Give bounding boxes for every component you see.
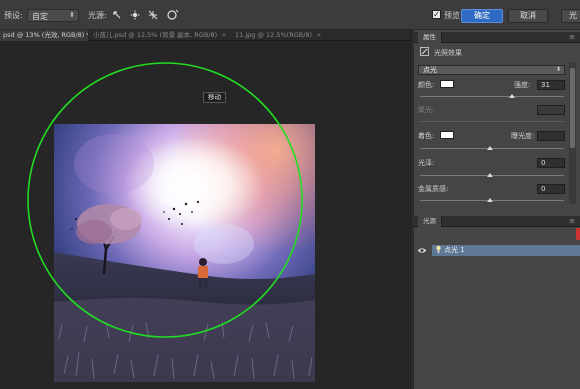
preset-dropdown[interactable]: 自定 ⬍: [27, 9, 79, 22]
light-label: 光源:: [88, 11, 107, 20]
tab-label: psd @ 13% (光效, RGB/8) *: [3, 31, 88, 39]
light-gizmo[interactable]: [0, 41, 410, 389]
gloss-label: 光泽:: [418, 159, 435, 167]
gloss-slider-thumb[interactable]: [487, 173, 493, 177]
document-tabs: psd @ 13% (光效, RGB/8) * 小孩儿.psd @ 12.5% …: [0, 30, 410, 41]
exposure-slider-thumb[interactable]: [487, 146, 493, 150]
light-item-label: 点光 1: [444, 246, 465, 254]
spot-light-icon[interactable]: [110, 8, 124, 22]
hotspot-label: 聚光:: [418, 106, 435, 114]
point-light-item-icon: [435, 245, 442, 257]
options-bar: 预设: 自定 ⬍ 光源: ✓ 预览 确定 取消 光: [0, 0, 580, 30]
panel-menu-icon[interactable]: ≡: [569, 32, 575, 42]
intensity-slider[interactable]: [420, 96, 564, 97]
preset-label: 预设:: [4, 11, 23, 20]
hotspot-field: [537, 105, 565, 115]
colorize-swatch[interactable]: [440, 131, 454, 139]
reset-light-icon[interactable]: [166, 8, 180, 22]
color-label: 颜色:: [418, 81, 435, 89]
properties-header: 属性 ≡: [414, 32, 580, 43]
lights-tab[interactable]: 光源: [418, 216, 442, 227]
intensity-field[interactable]: 31: [537, 80, 565, 90]
panel-title: 光照效果: [434, 49, 462, 57]
light-color-swatch[interactable]: [440, 80, 454, 88]
close-icon[interactable]: ×: [221, 31, 226, 39]
cancel-button[interactable]: 取消: [508, 9, 548, 23]
tab-active-document[interactable]: psd @ 13% (光效, RGB/8) *: [0, 30, 88, 41]
properties-scrollbar[interactable]: [569, 62, 576, 204]
preset-value: 自定: [32, 12, 48, 21]
properties-tab[interactable]: 属性: [418, 32, 442, 43]
tab-label: 11.jpg @ 12.5%(RGB/8): [235, 31, 313, 39]
exposure-field[interactable]: [537, 131, 565, 141]
canvas-workspace[interactable]: 移动: [0, 41, 410, 389]
infinite-light-icon[interactable]: [146, 8, 160, 22]
ok-button[interactable]: 确定: [461, 9, 503, 23]
colorize-label: 着色:: [418, 132, 435, 140]
chevron-down-icon: ⬍: [555, 66, 561, 73]
preview-checkbox[interactable]: ✓: [432, 10, 441, 19]
lighting-effects-icon: [420, 47, 429, 58]
light-list-item[interactable]: 点光 1: [432, 245, 580, 256]
light-type-dropdown[interactable]: 点光 ⬍: [418, 65, 565, 75]
panel-collapse-tab[interactable]: [576, 228, 580, 240]
eye-icon[interactable]: [416, 245, 428, 256]
lights-header: 光源 ≡: [414, 216, 580, 227]
light-type-value: 点光: [423, 66, 437, 74]
tab-jpg-document[interactable]: 11.jpg @ 12.5%(RGB/8) ×: [232, 30, 322, 41]
intensity-slider-thumb[interactable]: [509, 94, 515, 98]
metallic-slider-thumb[interactable]: [487, 198, 493, 202]
hotspot-slider: [420, 121, 564, 122]
exposure-label: 曝光度:: [511, 132, 535, 140]
metallic-field[interactable]: 0: [537, 184, 565, 194]
metallic-label: 金属质感:: [418, 185, 449, 193]
tab-label: 小孩儿.psd @ 12.5% (背景 副本, RGB/8): [93, 31, 218, 39]
properties-panel: 属性 ≡ 光照效果 点光 ⬍ 颜色: 强度: 31 聚光: 着色: 曝光度: 光…: [414, 30, 580, 389]
preview-label: 预览: [444, 11, 460, 20]
extra-button[interactable]: 光: [561, 9, 580, 23]
gloss-field[interactable]: 0: [537, 158, 565, 168]
intensity-label: 强度:: [514, 81, 531, 89]
panel-menu-icon[interactable]: ≡: [569, 216, 575, 226]
tab-child-document[interactable]: 小孩儿.psd @ 12.5% (背景 副本, RGB/8) ×: [90, 30, 230, 41]
close-icon[interactable]: ×: [316, 31, 321, 39]
chevron-down-icon: ⬍: [69, 11, 75, 19]
point-light-icon[interactable]: [128, 8, 142, 22]
scrollbar-thumb[interactable]: [570, 68, 575, 148]
